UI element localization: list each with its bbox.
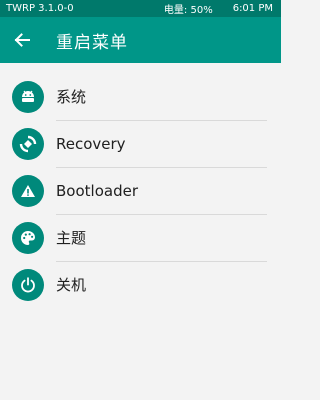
icon-circle [12, 175, 44, 207]
status-bar: TWRP 3.1.0-0 电量: 50% 6:01 PM [0, 0, 281, 17]
menu-item-bootloader[interactable]: Bootloader [0, 168, 281, 215]
menu-item-system[interactable]: 系统 [0, 74, 281, 121]
recovery-icon [19, 135, 37, 153]
reboot-menu-list: 系统 Recovery Bootloader 主题 关机 [0, 74, 281, 309]
menu-item-label: Recovery [56, 135, 126, 153]
page-title: 重启菜单 [56, 32, 128, 53]
back-button[interactable] [0, 17, 44, 63]
menu-item-recovery[interactable]: Recovery [0, 121, 281, 168]
clock: 6:01 PM [232, 3, 273, 14]
palette-icon [21, 231, 35, 245]
arrow-left-icon [14, 33, 30, 47]
icon-circle [12, 269, 44, 301]
menu-item-label: 系统 [56, 88, 87, 106]
warning-icon [21, 185, 35, 197]
icon-circle [12, 128, 44, 160]
menu-item-power-off[interactable]: 关机 [0, 262, 281, 309]
power-icon [21, 277, 35, 293]
icon-circle [12, 81, 44, 113]
menu-item-label: 关机 [56, 276, 87, 294]
battery-status: 电量: 50% [163, 5, 213, 16]
twrp-version: TWRP 3.1.0-0 [6, 3, 74, 14]
menu-item-label: 主题 [56, 229, 87, 247]
menu-item-label: Bootloader [56, 182, 138, 200]
android-icon [22, 90, 34, 102]
icon-circle [12, 222, 44, 254]
menu-item-theme[interactable]: 主题 [0, 215, 281, 262]
app-bar: 重启菜单 [0, 17, 281, 63]
